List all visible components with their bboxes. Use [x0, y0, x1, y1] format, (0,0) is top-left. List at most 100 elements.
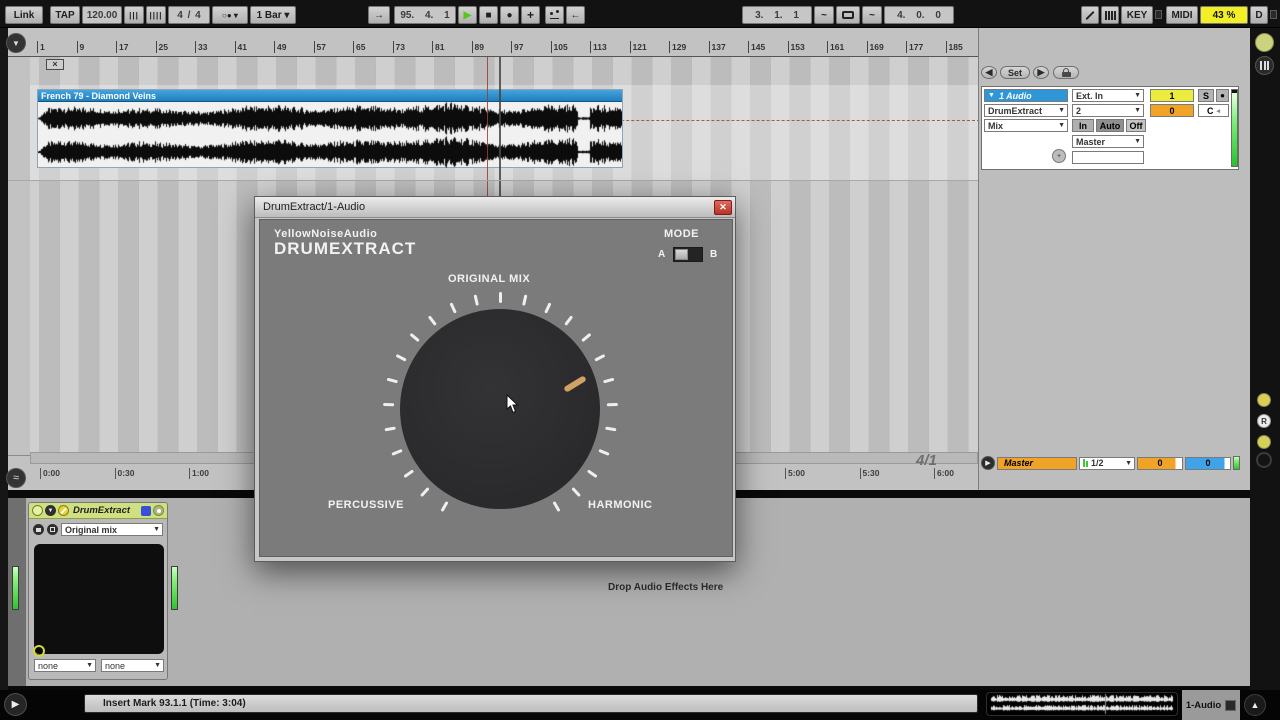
- track-fold-icon[interactable]: ▼: [988, 92, 995, 99]
- device-fold-icon[interactable]: ▼: [45, 505, 56, 516]
- browser-toggle-button[interactable]: ▼: [6, 33, 26, 53]
- loop-lock-button[interactable]: [1053, 66, 1079, 79]
- status-play-button[interactable]: ▶: [4, 693, 27, 716]
- xy-pad[interactable]: [33, 544, 164, 657]
- folder-icon[interactable]: [33, 524, 44, 535]
- nudge-up-button[interactable]: ||||: [146, 6, 166, 24]
- bar-ruler-tick: 49: [274, 41, 286, 53]
- prev-locator-button[interactable]: ◀: [981, 66, 997, 79]
- preset-chooser[interactable]: Original mix ▼: [61, 523, 163, 536]
- nudge-down-button[interactable]: |||: [124, 6, 144, 24]
- plugin-window[interactable]: DrumExtract/1-Audio ✕ YellowNoiseAudio D…: [254, 196, 736, 562]
- bar-ruler-tick: 121: [629, 41, 647, 53]
- show-hide-plugin-button[interactable]: ▲: [1244, 694, 1266, 716]
- bar-ruler-tick: 137: [708, 41, 726, 53]
- arrangement-position-field[interactable]: 95. 4. 1: [394, 6, 456, 24]
- arm-button[interactable]: ●: [1216, 89, 1229, 102]
- tempo-field[interactable]: 120.00: [82, 6, 122, 24]
- bar-ruler-tick: 73: [392, 41, 405, 53]
- clip-title-bar[interactable]: French 79 - Diamond Veins: [38, 90, 622, 102]
- draw-mode-button[interactable]: [1081, 6, 1099, 24]
- status-message: Insert Mark 93.1.1 (Time: 3:04): [84, 694, 978, 713]
- overview-button[interactable]: [1256, 452, 1272, 468]
- left-edge: [0, 28, 8, 690]
- midi-map-button[interactable]: MIDI: [1166, 6, 1198, 24]
- time-signature-field[interactable]: 4 / 4: [168, 6, 210, 24]
- mode-switch-handle[interactable]: [675, 249, 688, 260]
- record-button[interactable]: ●: [500, 6, 519, 24]
- loop-start-field[interactable]: 3. 1. 1: [742, 6, 812, 24]
- output-chooser[interactable]: Master ▼: [1072, 135, 1144, 148]
- hot-swap-hand-icon[interactable]: [141, 505, 151, 516]
- knob-right-label: HARMONIC: [588, 499, 653, 511]
- drop-audio-effects-hint: Drop Audio Effects Here: [608, 582, 724, 593]
- mix-knob[interactable]: [400, 309, 600, 509]
- param2-chooser[interactable]: none ▼: [101, 659, 164, 672]
- input-channel-chooser[interactable]: 2 ▼: [1072, 104, 1144, 117]
- arrangement-overview[interactable]: [986, 692, 1178, 716]
- overview-waveform: [987, 693, 1177, 715]
- input-type-chooser[interactable]: Ext. In ▼: [1072, 89, 1144, 102]
- device-input-meter: [12, 566, 19, 610]
- knob-left-label: PERCUSSIVE: [328, 499, 404, 511]
- device-title-bar[interactable]: ▼ DrumExtract: [29, 503, 167, 519]
- follow-button[interactable]: →: [368, 6, 390, 24]
- mixer-section-toggle-button[interactable]: [1255, 56, 1274, 75]
- computer-midi-keyboard-button[interactable]: [1101, 6, 1119, 24]
- next-locator-button[interactable]: ▶: [1033, 66, 1049, 79]
- wrench-icon[interactable]: [58, 505, 69, 516]
- device-options-icon[interactable]: [153, 505, 164, 516]
- monitor-off-button[interactable]: Off: [1126, 119, 1146, 132]
- track-pan-field[interactable]: C ◂: [1198, 104, 1229, 117]
- punch-in-button[interactable]: ~: [814, 6, 834, 24]
- add-automation-lane-button[interactable]: +: [1052, 149, 1066, 163]
- stop-button[interactable]: ■: [479, 6, 498, 24]
- plugin-window-icon: [1225, 699, 1237, 711]
- mode-switch[interactable]: [673, 247, 703, 262]
- beat-time-ruler[interactable]: 1 9 17 25 33 41 49 57 65 73 81 89 97 105 113 121 129 137 1…: [8, 28, 978, 57]
- tap-tempo-button[interactable]: TAP: [50, 6, 80, 24]
- master-volume-field[interactable]: 0: [1137, 456, 1183, 470]
- device-activator-icon[interactable]: [32, 505, 43, 516]
- monitor-auto-button[interactable]: Auto: [1096, 119, 1124, 132]
- set-locator-button[interactable]: Set: [1000, 66, 1030, 79]
- punch-out-button[interactable]: ~: [862, 6, 882, 24]
- bar-ruler-tick: 41: [234, 41, 247, 53]
- track-title[interactable]: ▼ 1 Audio: [984, 89, 1068, 102]
- mixer-toggle-button[interactable]: [1257, 435, 1271, 449]
- overdub-button[interactable]: +: [521, 6, 540, 24]
- detail-view-toggle-button[interactable]: ≈: [6, 468, 26, 488]
- overview-toggle-button[interactable]: [1255, 33, 1274, 52]
- key-map-button[interactable]: KEY: [1121, 6, 1153, 24]
- param1-chooser[interactable]: none ▼: [34, 659, 96, 672]
- master-play-button[interactable]: ▶: [981, 456, 995, 470]
- link-button[interactable]: Link: [5, 6, 43, 24]
- track-volume-field[interactable]: 0: [1150, 104, 1194, 117]
- plugin-window-title-bar[interactable]: DrumExtract/1-Audio: [255, 197, 735, 218]
- audio-clip[interactable]: French 79 - Diamond Veins: [37, 89, 623, 168]
- save-preset-icon[interactable]: [47, 524, 58, 535]
- output-channel-chooser[interactable]: [1072, 151, 1144, 164]
- reenable-automation-button[interactable]: ←: [566, 6, 585, 24]
- master-track-title[interactable]: Master: [997, 456, 1077, 470]
- loop-length-field[interactable]: 4. 0. 0: [884, 6, 954, 24]
- solo-button[interactable]: S: [1198, 89, 1214, 102]
- metronome-button[interactable]: ○● ▾: [212, 6, 248, 24]
- quantize-menu[interactable]: 1 Bar ▾: [250, 6, 296, 24]
- close-button[interactable]: ✕: [714, 200, 732, 215]
- plugin-window-tab[interactable]: 1-Audio: [1182, 690, 1240, 720]
- arrangement-marker[interactable]: ×: [46, 59, 64, 70]
- io-section-toggle-button[interactable]: [1257, 393, 1271, 407]
- automation-arm-button[interactable]: [545, 6, 564, 24]
- mix-chooser[interactable]: Mix ▼: [984, 119, 1068, 132]
- xy-pad-handle[interactable]: [33, 645, 45, 657]
- master-routing-chooser[interactable]: 1/2 ▼: [1079, 456, 1135, 470]
- returns-section-toggle-button[interactable]: R: [1257, 414, 1271, 428]
- loop-button[interactable]: [836, 6, 860, 24]
- play-button[interactable]: ▶: [458, 6, 477, 24]
- keyboard-icon: [1104, 10, 1116, 20]
- master-pan-field[interactable]: 0: [1185, 456, 1231, 470]
- monitor-in-button[interactable]: In: [1072, 119, 1094, 132]
- track-activator[interactable]: 1: [1150, 89, 1194, 102]
- device-chooser[interactable]: DrumExtract ▼: [984, 104, 1068, 117]
